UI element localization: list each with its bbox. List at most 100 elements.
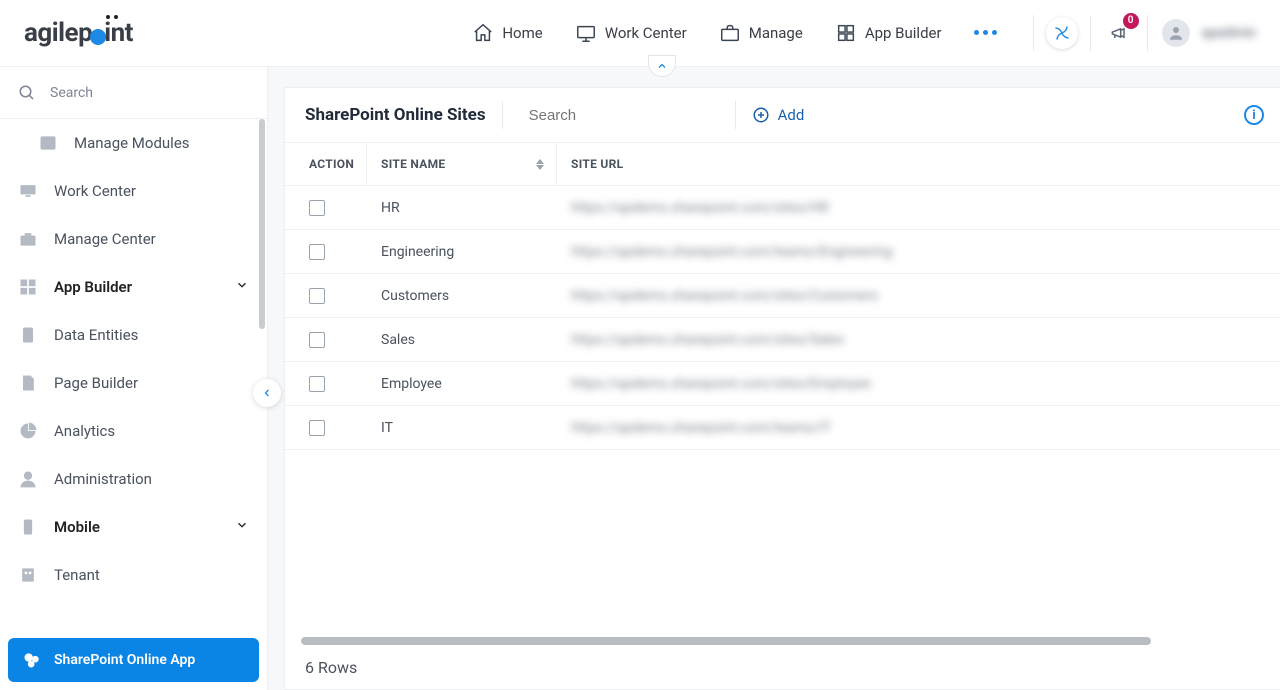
notifications-button[interactable]: 0	[1103, 17, 1135, 49]
page-icon	[18, 373, 38, 393]
row-checkbox[interactable]	[309, 332, 325, 348]
sidebar-item-manage-center[interactable]: Manage Center	[0, 215, 267, 263]
cell-site-name: IT	[367, 420, 557, 436]
chevron-down-icon	[235, 518, 249, 536]
user-menu-button[interactable]	[1160, 17, 1192, 49]
row-checkbox[interactable]	[309, 376, 325, 392]
notifications-badge: 0	[1123, 13, 1139, 29]
add-button-label: Add	[778, 106, 805, 124]
toolbar-divider	[502, 101, 503, 129]
cell-site-name: Customers	[367, 288, 557, 304]
row-checkbox[interactable]	[309, 200, 325, 216]
horizontal-scrollbar[interactable]	[301, 637, 1151, 645]
table-row[interactable]: Saleshttps://apdemo.sharepoint.com/sites…	[285, 318, 1280, 362]
nav-manage[interactable]: Manage	[719, 22, 803, 44]
username-label: apadmin	[1202, 25, 1256, 41]
main-content: SharePoint Online Sites Add i ACTION	[268, 67, 1280, 690]
row-count-label: 6 Rows	[305, 658, 357, 677]
sidebar-item-analytics[interactable]: Analytics	[0, 407, 267, 455]
sidebar-item-administration[interactable]: Administration	[0, 455, 267, 503]
sharepoint-icon	[22, 650, 42, 670]
sidebar: Search Manage Modules Work Center Manage…	[0, 67, 268, 690]
pinwheel-icon	[1052, 23, 1072, 43]
grid-icon	[835, 22, 857, 44]
sidebar-item-label: Work Center	[54, 182, 136, 200]
sidebar-item-tenant[interactable]: Tenant	[0, 551, 267, 599]
row-checkbox[interactable]	[309, 244, 325, 260]
cell-site-url: https://apdemo.sharepoint.com/teams/Engi…	[557, 244, 1280, 260]
brand-logo[interactable]: agilep int	[24, 18, 133, 48]
nav-label: Work Center	[605, 24, 687, 42]
chart-icon	[18, 421, 38, 441]
add-button[interactable]: Add	[752, 106, 805, 124]
sidebar-active-label: SharePoint Online App	[54, 652, 195, 668]
user-icon	[1167, 24, 1185, 42]
sidebar-item-manage-modules[interactable]: Manage Modules	[0, 119, 267, 167]
column-name-label: SITE NAME	[381, 157, 446, 171]
sidebar-item-page-builder[interactable]: Page Builder	[0, 359, 267, 407]
row-checkbox[interactable]	[309, 420, 325, 436]
sidebar-item-mobile[interactable]: Mobile	[0, 503, 267, 551]
chevron-up-icon	[656, 60, 668, 72]
sidebar-item-label: Page Builder	[54, 374, 138, 392]
chevron-left-icon	[261, 387, 273, 399]
sidebar-item-label: Manage Center	[54, 230, 156, 248]
column-action: ACTION	[285, 143, 367, 185]
table-row[interactable]: Engineeringhttps://apdemo.sharepoint.com…	[285, 230, 1280, 274]
brand-name-left: agilep	[24, 18, 92, 48]
table-row[interactable]: Customershttps://apdemo.sharepoint.com/s…	[285, 274, 1280, 318]
table-search[interactable]	[519, 106, 719, 124]
header-divider	[1090, 15, 1091, 51]
sidebar-item-sharepoint-online-app[interactable]: SharePoint Online App	[8, 638, 259, 682]
cell-site-url: https://apdemo.sharepoint.com/sites/HR	[557, 200, 1280, 216]
brand-name-right: int	[104, 18, 133, 48]
toolbar-divider	[735, 101, 736, 129]
sidebar-search[interactable]: Search	[0, 67, 267, 119]
sidebar-list[interactable]: Manage Modules Work Center Manage Center…	[0, 119, 267, 630]
modules-icon	[38, 133, 58, 153]
cell-site-url: https://apdemo.sharepoint.com/sites/Sale…	[557, 332, 1280, 348]
sidebar-search-placeholder: Search	[50, 85, 93, 101]
sidebar-item-label: Data Entities	[54, 326, 138, 344]
user-icon	[18, 469, 38, 489]
table-footer: 6 Rows	[285, 645, 1280, 689]
tools-button[interactable]	[1046, 17, 1078, 49]
nav-work-center[interactable]: Work Center	[575, 22, 687, 44]
column-site-name[interactable]: SITE NAME	[367, 143, 557, 185]
header-divider	[1147, 15, 1148, 51]
sidebar-collapse-button[interactable]	[253, 379, 281, 407]
sort-icon[interactable]	[536, 159, 544, 170]
table-row[interactable]: HRhttps://apdemo.sharepoint.com/sites/HR	[285, 186, 1280, 230]
cell-site-name: Employee	[367, 376, 557, 392]
cell-site-url: https://apdemo.sharepoint.com/teams/IT	[557, 420, 1280, 436]
nav-more-button[interactable]	[974, 30, 997, 35]
cell-site-name: HR	[367, 200, 557, 216]
chevron-down-icon	[235, 278, 249, 296]
nav-app-builder[interactable]: App Builder	[835, 22, 942, 44]
sidebar-item-label: Mobile	[54, 518, 100, 536]
sidebar-scrollbar[interactable]	[259, 119, 265, 329]
nav-label: Manage	[749, 24, 803, 42]
cell-site-url: https://apdemo.sharepoint.com/sites/Empl…	[557, 376, 1280, 392]
database-icon	[18, 325, 38, 345]
table-header: ACTION SITE NAME SITE URL	[285, 142, 1280, 186]
nav-label: Home	[502, 24, 542, 42]
monitor-icon	[18, 181, 38, 201]
sidebar-item-label: Analytics	[54, 422, 115, 440]
sidebar-item-work-center[interactable]: Work Center	[0, 167, 267, 215]
grid-icon	[18, 277, 38, 297]
table-row[interactable]: IThttps://apdemo.sharepoint.com/teams/IT	[285, 406, 1280, 450]
search-icon	[18, 84, 36, 102]
cell-site-name: Sales	[367, 332, 557, 348]
info-button[interactable]: i	[1244, 105, 1264, 125]
sidebar-item-data-entities[interactable]: Data Entities	[0, 311, 267, 359]
sidebar-item-app-builder[interactable]: App Builder	[0, 263, 267, 311]
table-row[interactable]: Employeehttps://apdemo.sharepoint.com/si…	[285, 362, 1280, 406]
row-checkbox[interactable]	[309, 288, 325, 304]
phone-icon	[18, 517, 38, 537]
sidebar-item-label: Manage Modules	[74, 134, 190, 152]
table-search-input[interactable]	[529, 107, 728, 124]
nav-home[interactable]: Home	[472, 22, 542, 44]
home-icon	[472, 22, 494, 44]
column-site-url: SITE URL	[557, 157, 1280, 171]
